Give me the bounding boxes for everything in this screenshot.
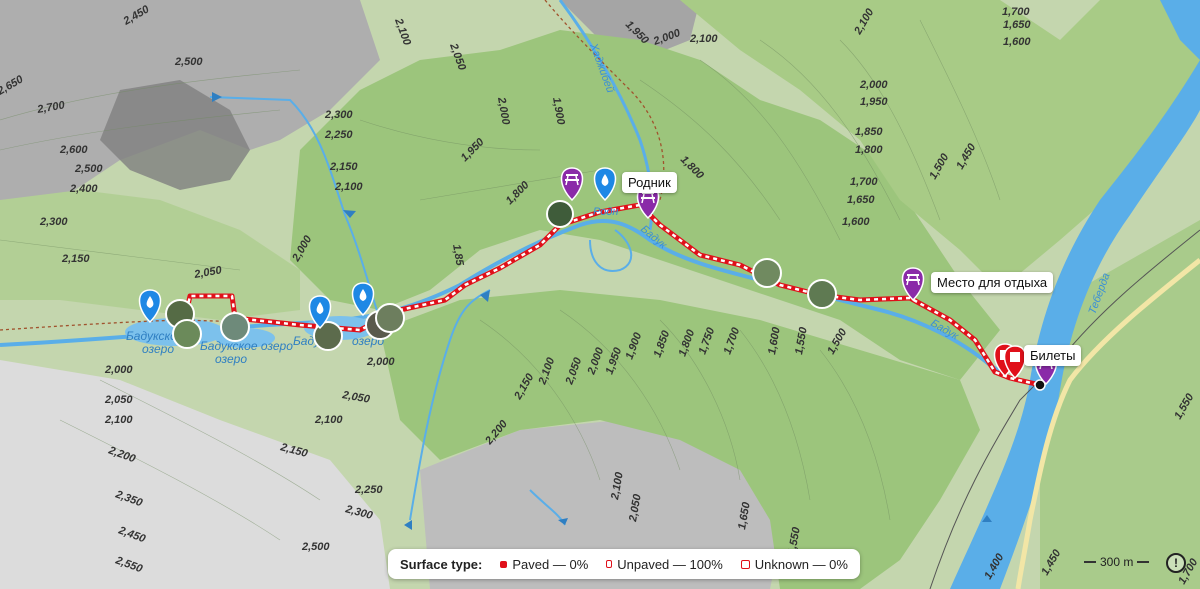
contour-label: 2,100	[104, 414, 133, 426]
paved-swatch-icon	[500, 560, 508, 568]
contour-label: 2,400	[69, 183, 98, 195]
contour-label: 2,300	[39, 216, 68, 228]
scale-bar-line	[1137, 561, 1150, 563]
scale-label: 300 m	[1100, 555, 1134, 569]
photo-marker	[546, 200, 574, 228]
legend-item-unpaved: Unpaved — 100%	[606, 557, 723, 572]
contour-label: 2,050	[104, 394, 133, 406]
contour-label: 2,100	[689, 33, 718, 45]
contour-label: 1,650	[847, 194, 875, 206]
lake-label-left-2: озеро	[142, 342, 174, 356]
contour-label: 1,950	[860, 96, 888, 108]
contour-label: 1,700	[850, 176, 878, 188]
contour-label: 2,000	[366, 356, 395, 368]
contour-label: 1,600	[1003, 36, 1031, 48]
contour-label: 1,800	[855, 144, 883, 156]
map-canvas[interactable]: 2,450 2,500 2,650 2,700 2,600 2,500 2,40…	[0, 0, 1200, 589]
contour-label: 2,250	[354, 484, 383, 496]
lake-label-mid: Бадукское озеро	[200, 339, 293, 353]
contour-label: 2,500	[74, 163, 103, 175]
legend-label-unpaved: Unpaved — 100%	[617, 556, 723, 572]
legend-title: Surface type:	[400, 556, 483, 572]
scale-bar: 300 m	[1084, 555, 1150, 569]
contour-label: 2,150	[61, 253, 90, 265]
photo-marker	[375, 303, 405, 333]
contour-label: 2,500	[174, 56, 203, 68]
contour-label: 1,700	[1002, 6, 1030, 18]
contour-label: 1,850	[855, 126, 883, 138]
photo-marker	[752, 258, 782, 288]
unknown-swatch-icon	[740, 559, 750, 569]
contour-label: 2,000	[104, 364, 133, 376]
contour-label: 2,600	[59, 144, 88, 156]
spring-small-label: Родн	[593, 206, 618, 218]
scale-bar-line	[1084, 561, 1096, 563]
contour-label: 2,100	[334, 181, 363, 193]
unpaved-swatch-icon	[606, 560, 613, 568]
contour-label: 2,150	[329, 161, 358, 173]
contour-label: 1,650	[1003, 19, 1031, 31]
legend-label-paved: Paved — 0%	[512, 556, 589, 572]
legend-item-paved: Paved — 0%	[500, 557, 588, 572]
poi-label-rest-area[interactable]: Место для отдыха	[931, 272, 1054, 293]
surface-type-legend: Surface type: Paved — 0% Unpaved — 100% …	[388, 549, 860, 579]
contour-label: 2,300	[324, 109, 353, 121]
photo-marker	[807, 279, 837, 309]
contour-label: 2,250	[324, 129, 353, 141]
poi-label-spring[interactable]: Родник	[622, 172, 677, 193]
legend-item-unknown: Unknown — 0%	[740, 556, 848, 572]
photo-marker	[172, 319, 202, 349]
info-icon[interactable]: !	[1166, 553, 1186, 573]
photo-marker	[220, 312, 250, 342]
legend-label-unknown: Unknown — 0%	[754, 556, 848, 572]
poi-label-tickets[interactable]: Билеты	[1024, 345, 1082, 366]
contour-label: 2,500	[301, 541, 330, 553]
lake-label-mid-2: озеро	[215, 352, 247, 366]
contour-label: 2,100	[314, 414, 343, 426]
contour-label: 1,600	[842, 216, 870, 228]
route-end-dot[interactable]	[1034, 379, 1046, 391]
contour-label: 2,000	[859, 79, 888, 91]
